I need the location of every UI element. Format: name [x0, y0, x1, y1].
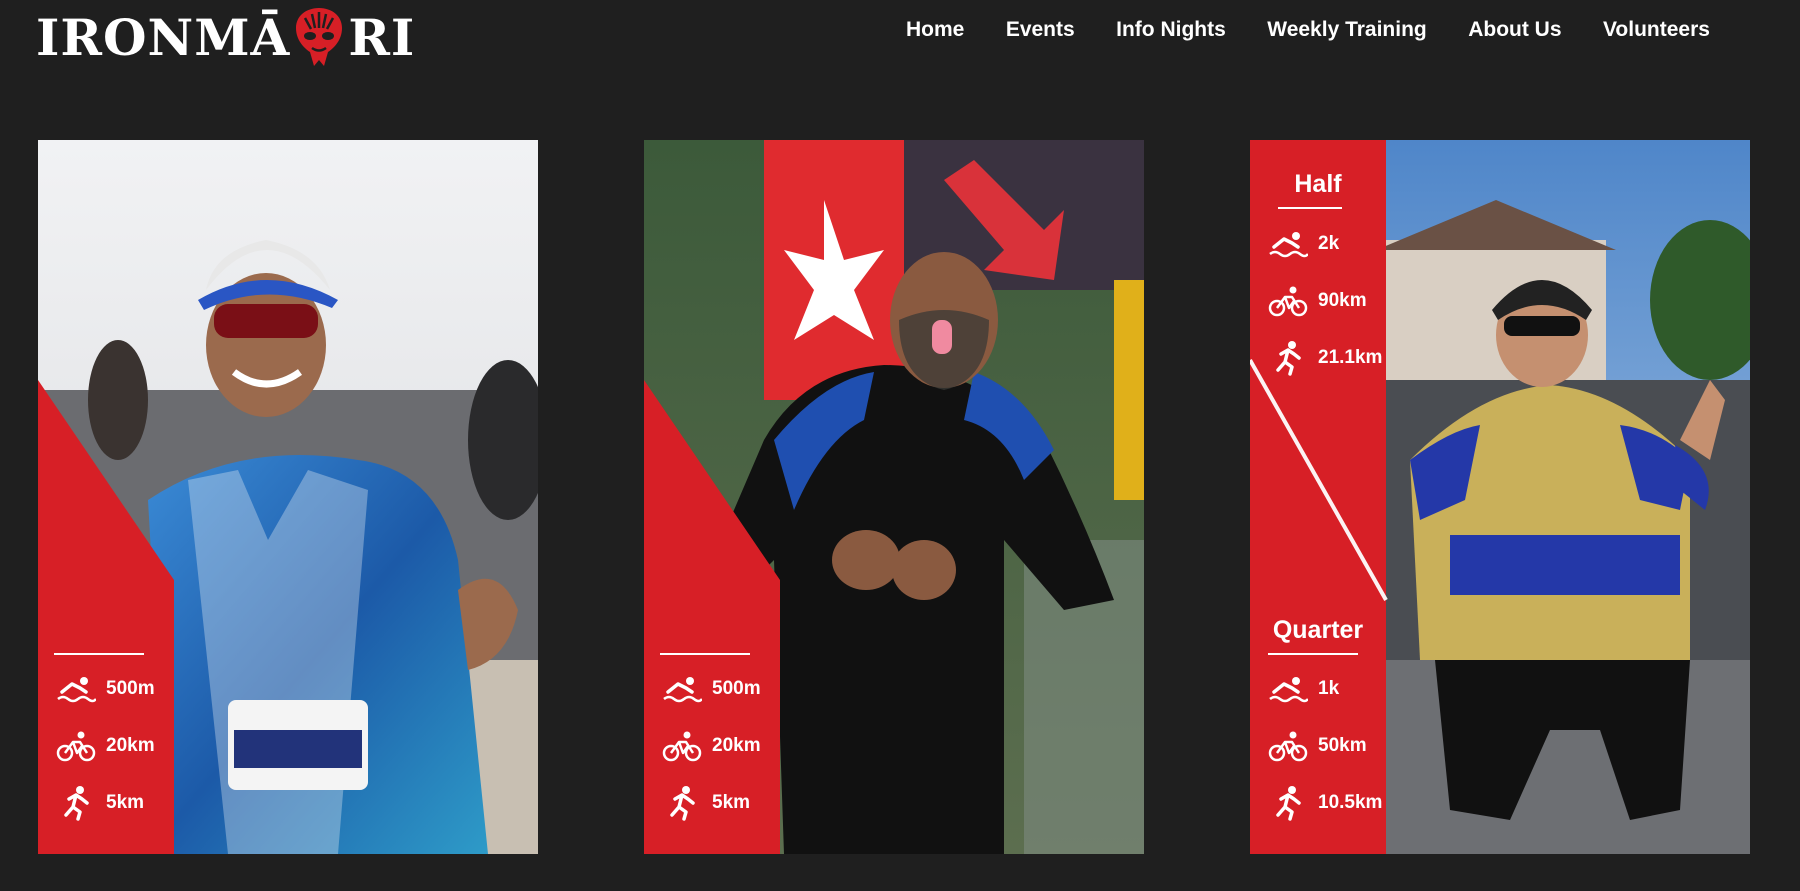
- event-card-sprint-1[interactable]: 500m 20km 5km: [38, 140, 538, 854]
- run-icon: [1268, 340, 1308, 376]
- run-stat: 21.1km: [1250, 329, 1386, 386]
- bike-distance: 90km: [1318, 289, 1367, 311]
- run-stat: 5km: [644, 774, 780, 831]
- run-icon: [56, 785, 96, 821]
- nav-weekly-training[interactable]: Weekly Training: [1267, 18, 1427, 42]
- swim-stat: 1k: [1250, 660, 1386, 717]
- half-distance-title: Half: [1294, 170, 1342, 198]
- swim-icon: [1268, 226, 1308, 262]
- swim-distance: 500m: [712, 677, 761, 699]
- nav-info-nights[interactable]: Info Nights: [1116, 18, 1226, 42]
- main-nav: Home Events Info Nights Weekly Training …: [906, 18, 1710, 42]
- bike-icon: [662, 728, 702, 764]
- run-icon: [1268, 785, 1308, 821]
- bike-icon: [56, 728, 96, 764]
- bike-stat: 20km: [38, 717, 174, 774]
- bike-stat: 50km: [1250, 717, 1386, 774]
- run-distance: 5km: [106, 791, 145, 813]
- swim-icon: [56, 671, 96, 707]
- logo-text-right: RI: [348, 7, 416, 67]
- swim-icon: [1268, 671, 1308, 707]
- bike-distance: 50km: [1318, 734, 1367, 756]
- event-card-sprint-2[interactable]: 500m 20km 5km: [644, 140, 1144, 854]
- nav-volunteers[interactable]: Volunteers: [1603, 18, 1710, 42]
- bike-stat: 90km: [1250, 272, 1386, 329]
- site-logo[interactable]: IRONMĀ RI: [36, 6, 415, 68]
- divider: [1268, 653, 1358, 655]
- swim-distance: 2k: [1318, 232, 1340, 254]
- swim-stat: 2k: [1250, 215, 1386, 272]
- tiki-mask-icon: [296, 8, 343, 66]
- event-card-half-quarter[interactable]: Half 2k 90km 21.1km Quarter 1k 50km 10.5…: [1250, 140, 1750, 854]
- run-icon: [662, 785, 702, 821]
- bike-stat: 20km: [644, 717, 780, 774]
- half-distance-list: 2k 90km 21.1km: [1250, 215, 1386, 386]
- bike-icon: [1268, 283, 1308, 319]
- swim-distance: 1k: [1318, 677, 1340, 699]
- nav-home[interactable]: Home: [906, 18, 964, 42]
- divider: [660, 653, 750, 655]
- distance-list: 500m 20km 5km: [644, 660, 780, 831]
- divider: [1278, 207, 1342, 209]
- distance-list: 500m 20km 5km: [38, 660, 174, 831]
- logo-text-left: IRONMĀ: [36, 7, 291, 67]
- quarter-distance-list: 1k 50km 10.5km: [1250, 660, 1386, 831]
- swim-icon: [662, 671, 702, 707]
- swim-stat: 500m: [644, 660, 780, 717]
- swim-distance: 500m: [106, 677, 155, 699]
- run-stat: 5km: [38, 774, 174, 831]
- bike-icon: [1268, 728, 1308, 764]
- run-distance: 10.5km: [1318, 791, 1383, 813]
- run-stat: 10.5km: [1250, 774, 1386, 831]
- run-distance: 21.1km: [1318, 346, 1383, 368]
- bike-distance: 20km: [106, 734, 155, 756]
- quarter-distance-title: Quarter: [1272, 616, 1364, 644]
- nav-events[interactable]: Events: [1006, 18, 1075, 42]
- nav-about-us[interactable]: About Us: [1468, 18, 1561, 42]
- divider: [54, 653, 144, 655]
- run-distance: 5km: [712, 791, 751, 813]
- bike-distance: 20km: [712, 734, 761, 756]
- swim-stat: 500m: [38, 660, 174, 717]
